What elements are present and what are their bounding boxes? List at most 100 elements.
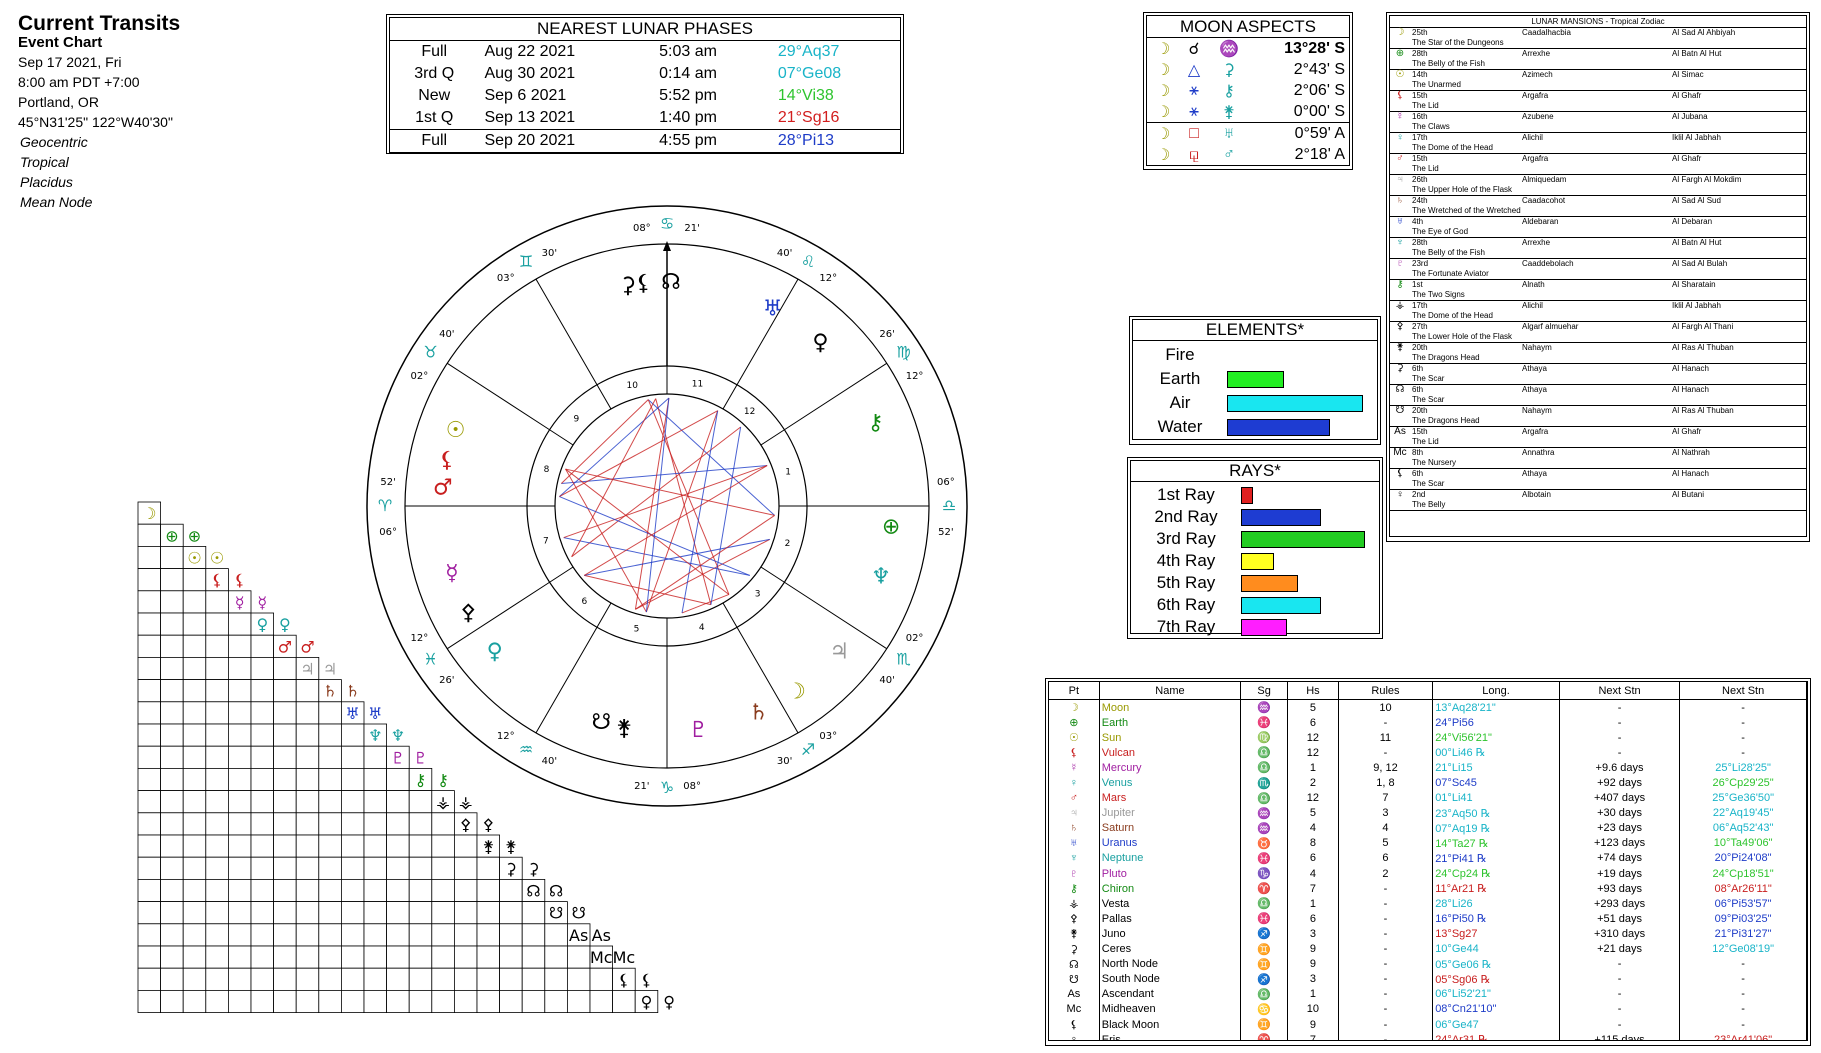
- aspect-orb: 2°18' A: [1294, 145, 1345, 163]
- mansion-number: 16th: [1412, 112, 1428, 121]
- grid-cell: [182, 745, 207, 769]
- house-number: 1: [1287, 760, 1339, 776]
- planet-name: North Node: [1099, 956, 1242, 972]
- wheel-planet-glyph: ♆: [871, 565, 891, 590]
- house-number: 4: [1287, 866, 1339, 882]
- house-number: 5: [1287, 805, 1339, 821]
- grid-cell: [205, 790, 229, 814]
- mansion-info: 14th Azimech Al Simac The Unarmed: [1410, 69, 1806, 91]
- lunar-mansion-row: ⚷ 1st Alnath Al Sharatain The Two Signs: [1390, 279, 1806, 301]
- rays-row: 5th Ray: [1131, 572, 1379, 594]
- moon-glyph: ☽: [1156, 103, 1171, 121]
- moon-aspect-row: ☽ ☌ ♒ 13°28' S: [1147, 38, 1349, 60]
- wheel-planet-glyph: ♃: [829, 640, 849, 665]
- grid-cell: [295, 945, 320, 969]
- grid-cell: [544, 989, 568, 1013]
- grid-cell: [476, 901, 501, 925]
- planet-row: ♆ Neptune ♓ 6 6 21°Pi41 ℞ +74 days 20°Pi24'08": [1049, 850, 1807, 867]
- grid-cell: [182, 590, 207, 614]
- grid-cell: [386, 878, 410, 902]
- planet-name: Earth: [1099, 715, 1242, 731]
- column-header: Next Stn: [1679, 682, 1807, 700]
- mansion-description: The Belly of the Fish: [1412, 59, 1485, 68]
- cusp-degree: 26': [879, 329, 894, 340]
- grid-row-planet-glyph: ⚳: [528, 859, 540, 878]
- lunar-phases-title: NEAREST LUNAR PHASES: [390, 18, 900, 41]
- mansion-planet-glyph: As: [1390, 426, 1410, 448]
- planet-glyph: ⊕: [1049, 715, 1100, 731]
- wheel-planet-glyph: ♅: [763, 296, 783, 321]
- grid-cell: [182, 901, 207, 925]
- lunar-mansion-row: ☋ 20th Nahaym Al Ras Al Thuban The Dragons H…: [1390, 405, 1806, 427]
- house-number: 10: [627, 381, 639, 391]
- grid-cell: [295, 790, 320, 814]
- rays-bar: [1241, 508, 1322, 526]
- house-number: 12: [1287, 730, 1339, 746]
- mansion-description: The Scar: [1412, 374, 1445, 383]
- grid-cell: [295, 878, 320, 902]
- house-number: 9: [573, 414, 579, 424]
- mansion-planet-glyph: ♇: [1390, 258, 1410, 280]
- planet-name: Sun: [1099, 730, 1242, 746]
- mansion-description: The Star of the Dungeons: [1412, 38, 1504, 47]
- mansion-arabic-name: Al Hanach: [1672, 469, 1709, 478]
- planet-glyph: ♂: [1049, 790, 1100, 806]
- grid-cell: [137, 767, 162, 791]
- mansion-planet-glyph: ⚷: [1390, 279, 1410, 301]
- sign-glyph: ♓: [1240, 911, 1289, 927]
- mansion-name: Nahaym: [1522, 343, 1552, 352]
- grid-row-planet-glyph: ☿: [257, 593, 267, 612]
- phase-position: 21°Sg16: [777, 109, 840, 126]
- grid-cell: [137, 834, 162, 858]
- grid-cell: [566, 945, 591, 969]
- cusp-minute: 30': [777, 756, 792, 767]
- mansion-name: Caadacohot: [1522, 196, 1566, 205]
- grid-cell: [228, 723, 252, 747]
- next-station-position: -: [1679, 699, 1807, 716]
- aspect-glyph: ☌: [1188, 40, 1200, 58]
- grid-cell: [228, 790, 252, 814]
- grid-planet-glyph: As: [569, 926, 588, 945]
- mansion-number: 6th: [1412, 364, 1424, 373]
- next-station-time: -: [1559, 699, 1681, 716]
- moon-glyph: ☽: [1156, 40, 1171, 58]
- mansion-planet-glyph: ⚸: [1390, 468, 1410, 490]
- planet-glyph: ☋: [1049, 971, 1100, 987]
- grid-cell: [228, 767, 252, 791]
- mansion-number: 20th: [1412, 406, 1428, 415]
- grid-cell: [160, 723, 184, 747]
- mansion-number: 26th: [1412, 175, 1428, 184]
- grid-cell: [431, 856, 455, 880]
- sign-glyph: ♊: [1240, 941, 1289, 957]
- column-header: Hs: [1287, 682, 1339, 700]
- mansion-planet-glyph: ⚶: [1390, 300, 1410, 322]
- lunar-phase-row: New Sep 6 2021 5:52 pm 14°Vi38: [390, 85, 900, 107]
- rules-houses: 9, 12: [1338, 760, 1434, 776]
- grid-cell: [250, 656, 275, 680]
- grid-cell: [273, 701, 297, 725]
- grid-cell: [340, 834, 365, 858]
- next-station-position: 22°Aq19'45": [1679, 805, 1807, 821]
- mansion-info: 6th Athaya Al Hanach The Scar: [1410, 384, 1806, 406]
- next-station-position: 24°Cp18'51": [1679, 866, 1807, 882]
- planet-row: ⚷ Chiron ♈ 7-11°Ar21 ℞ +93 days 08°Ar26'11": [1049, 881, 1807, 897]
- grid-cell: [363, 967, 388, 991]
- elements-bar: [1227, 370, 1284, 388]
- mansion-info: 28th Arrexhe Al Batn Al Hut The Belly of th…: [1410, 48, 1806, 70]
- grid-cell: [408, 923, 433, 947]
- grid-cell: [250, 679, 275, 703]
- elements-label: Water: [1157, 417, 1203, 436]
- rules-houses: 11: [1338, 730, 1434, 746]
- next-station-time: +23 days: [1559, 820, 1681, 836]
- moon-glyph: ☽: [1156, 61, 1171, 79]
- grid-cell: [137, 546, 162, 570]
- grid-cell: [318, 723, 342, 747]
- grid-cell: [612, 989, 636, 1013]
- mansion-planet-glyph: ⚸: [1390, 90, 1410, 112]
- grid-row-planet-glyph: ⚸: [234, 571, 246, 590]
- next-station-time: +92 days: [1559, 775, 1681, 791]
- mansion-number: 4th: [1412, 217, 1424, 226]
- grid-cell: [363, 878, 388, 902]
- mansion-arabic-name: Iklil Al Jabhah: [1672, 133, 1721, 142]
- next-station-position: 09°Pi03'25": [1679, 911, 1807, 927]
